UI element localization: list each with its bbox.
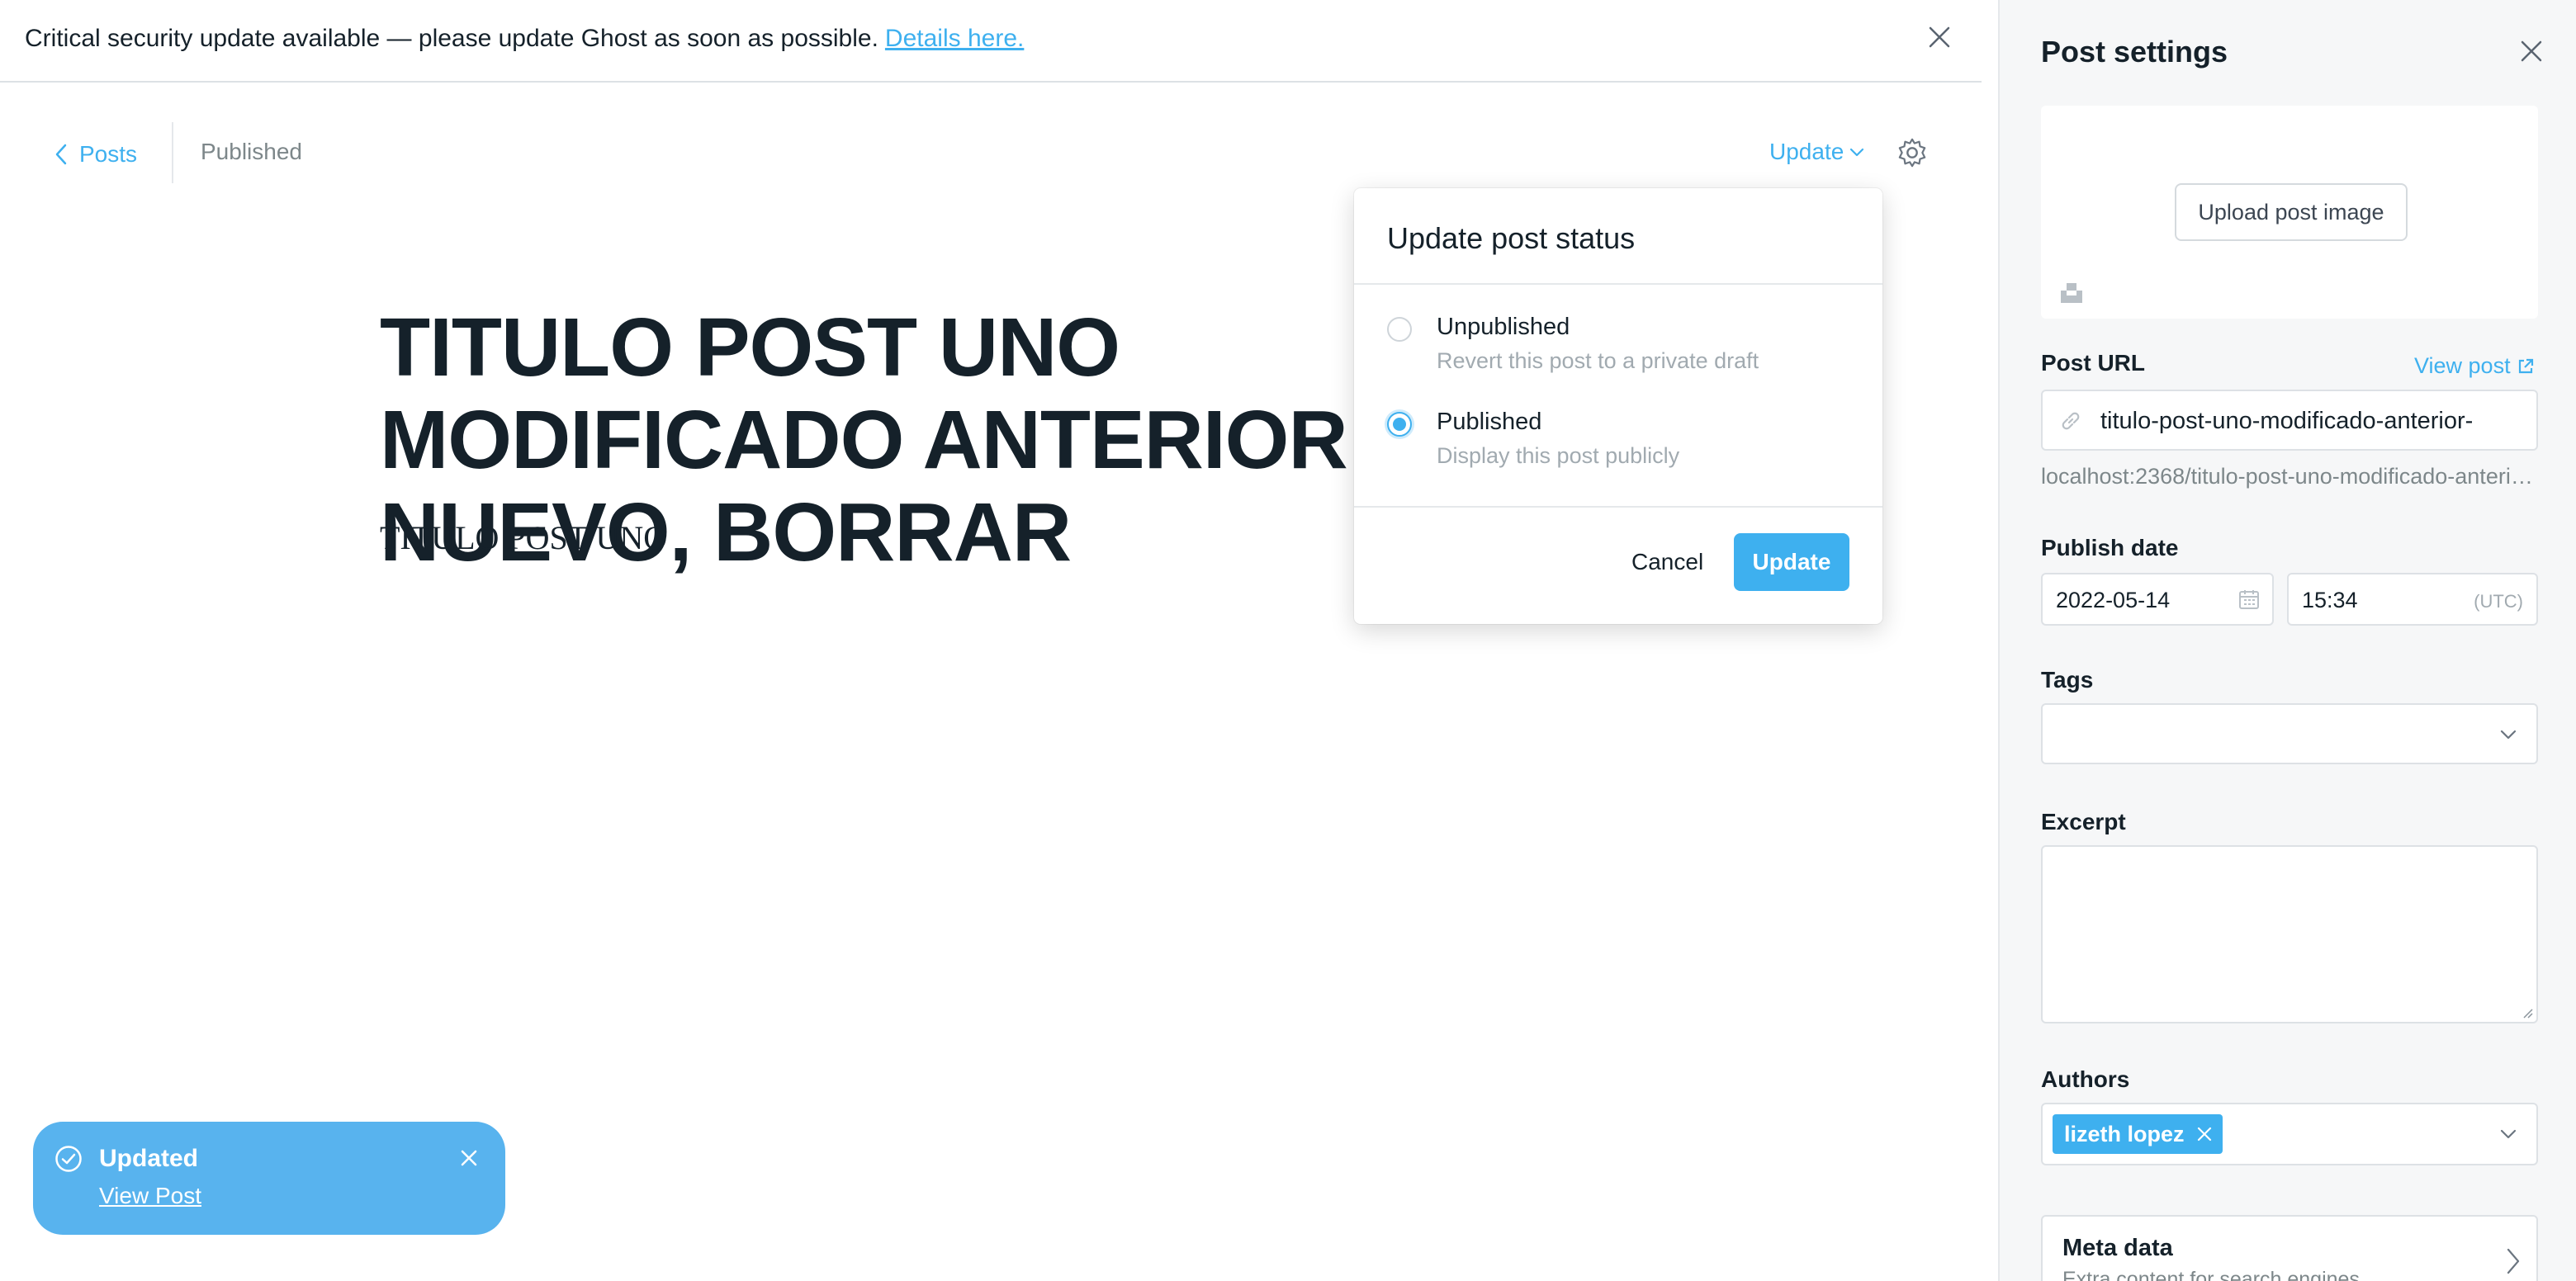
publish-date-value: 2022-05-14: [2056, 588, 2171, 612]
tags-label: Tags: [2041, 667, 2094, 692]
chevron-down-icon: [1850, 148, 1864, 157]
timezone-label: (UTC): [2474, 591, 2523, 612]
authors-select[interactable]: lizeth lopez: [2041, 1103, 2538, 1165]
post-url-input[interactable]: titulo-post-uno-modificado-anterior-: [2041, 390, 2538, 451]
chevron-down-icon: [2500, 730, 2517, 740]
chevron-down-icon: [2500, 1129, 2517, 1139]
resize-handle-icon[interactable]: [2520, 1005, 2533, 1019]
check-circle-icon: [55, 1146, 82, 1172]
post-body[interactable]: TITULO POST UNO: [380, 518, 667, 557]
author-token[interactable]: lizeth lopez: [2053, 1114, 2223, 1154]
publish-date-input[interactable]: 2022-05-14: [2041, 573, 2274, 626]
post-url-preview: localhost:2368/titulo-post-uno-modificad…: [2041, 464, 2538, 489]
banner-details-link[interactable]: Details here.: [885, 25, 1024, 52]
remove-icon[interactable]: [2196, 1126, 2213, 1142]
close-icon[interactable]: [459, 1148, 479, 1168]
dropdown-title: Update post status: [1387, 221, 1636, 255]
view-post-label: View post: [2414, 353, 2511, 378]
post-settings-panel: Post settings Upload post image Post URL…: [1998, 0, 2576, 1281]
security-banner: Critical security update available — ple…: [0, 0, 1982, 83]
update-dropdown-trigger[interactable]: Update: [1769, 139, 1865, 165]
banner-message: Critical security update available — ple…: [25, 25, 1024, 53]
update-status-dropdown: Update post status Unpublished Revert th…: [1354, 188, 1882, 624]
publish-time-input[interactable]: 15:34 (UTC): [2287, 573, 2538, 626]
update-button[interactable]: Update: [1734, 533, 1849, 591]
radio-unpublished[interactable]: [1387, 317, 1412, 342]
post-image-dropzone[interactable]: Upload post image: [2041, 106, 2538, 319]
meta-data-section[interactable]: Meta data Extra content for search engin…: [2041, 1215, 2538, 1281]
publish-time-value: 15:34: [2302, 588, 2358, 612]
gear-icon[interactable]: [1896, 137, 1928, 168]
meta-data-title: Meta data: [2062, 1235, 2173, 1261]
post-status-label: Published: [201, 139, 302, 164]
close-icon[interactable]: [2520, 40, 2543, 63]
updated-toast: Updated View Post: [33, 1122, 505, 1235]
calendar-icon[interactable]: [2237, 588, 2261, 611]
link-icon: [2062, 412, 2080, 430]
option-published[interactable]: Published Display this post publicly: [1387, 409, 1849, 483]
option-description: Revert this post to a private draft: [1437, 348, 1759, 373]
post-url-value: titulo-post-uno-modificado-anterior-: [2100, 408, 2474, 434]
chevron-right-icon: [2507, 1248, 2520, 1274]
radio-published[interactable]: [1387, 412, 1412, 437]
authors-label: Authors: [2041, 1066, 2130, 1092]
unsplash-icon[interactable]: [2059, 281, 2084, 304]
back-label: Posts: [79, 141, 138, 167]
back-to-posts-link[interactable]: Posts: [54, 138, 137, 171]
option-label: Unpublished: [1437, 314, 1570, 340]
panel-title: Post settings: [2041, 35, 2228, 69]
post-url-label: Post URL: [2041, 350, 2145, 376]
banner-message-text: Critical security update available — ple…: [25, 25, 878, 52]
publish-date-label: Publish date: [2041, 535, 2179, 560]
close-icon[interactable]: [1927, 25, 1952, 50]
tags-select[interactable]: [2041, 703, 2538, 764]
excerpt-label: Excerpt: [2041, 809, 2126, 834]
excerpt-textarea[interactable]: [2041, 845, 2538, 1023]
author-name: lizeth lopez: [2064, 1121, 2185, 1146]
update-trigger-label: Update: [1769, 139, 1844, 164]
dropdown-divider: [1354, 283, 1882, 285]
header-divider: [172, 122, 173, 183]
view-post-link[interactable]: View Post: [99, 1183, 201, 1209]
upload-post-image-button[interactable]: Upload post image: [2175, 183, 2408, 241]
external-link-icon: [2518, 358, 2533, 373]
option-label: Published: [1437, 409, 1542, 435]
chevron-left-icon: [55, 144, 67, 165]
toast-title: Updated: [99, 1145, 198, 1172]
dropdown-divider: [1354, 506, 1882, 508]
cancel-button[interactable]: Cancel: [1618, 533, 1717, 591]
view-post-link[interactable]: View post: [2414, 353, 2534, 379]
option-description: Display this post publicly: [1437, 443, 1680, 468]
option-unpublished[interactable]: Unpublished Revert this post to a privat…: [1387, 314, 1849, 388]
meta-data-description: Extra content for search engines: [2062, 1268, 2360, 1281]
